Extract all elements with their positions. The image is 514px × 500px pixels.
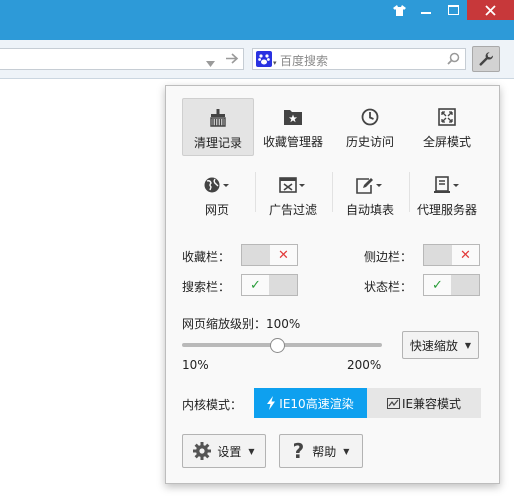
favorites-folder-icon xyxy=(258,106,328,128)
gear-icon xyxy=(193,442,212,460)
ie10-fast-render-button[interactable]: IE10高速渲染 xyxy=(254,388,367,418)
sidebar-label: 侧边栏： xyxy=(364,250,413,264)
search-input[interactable]: ▾ 百度搜索 xyxy=(252,48,466,70)
zoom-slider[interactable] xyxy=(182,338,382,353)
search-bar-label: 搜索栏： xyxy=(182,280,231,294)
tool-label: 全屏模式 xyxy=(422,135,471,149)
clear-history-button[interactable]: 清理记录 xyxy=(182,98,254,156)
favorites-manager-button[interactable]: 收藏管理器 xyxy=(258,98,328,154)
tools-menu-panel: 清理记录 收藏管理器 历史访问 全屏模式 网页 广告过滤 自动填表 代理服务器 … xyxy=(165,85,500,484)
caret-down-icon: ▼ xyxy=(464,340,472,350)
baidu-icon[interactable] xyxy=(256,51,272,67)
ad-filter-button[interactable]: 广告过滤 xyxy=(258,166,328,222)
broom-icon xyxy=(183,107,253,129)
fullscreen-button[interactable]: 全屏模式 xyxy=(412,98,482,154)
autofill-button[interactable]: 自动填表 xyxy=(335,166,405,222)
dropdown-arrow-icon[interactable] xyxy=(206,56,215,70)
tool-label: 代理服务器 xyxy=(416,203,477,217)
status-bar-label: 状态栏： xyxy=(364,280,413,294)
clock-icon xyxy=(335,106,405,128)
engine-dropdown-icon[interactable]: ▾ xyxy=(273,59,277,67)
maximize-button[interactable] xyxy=(440,0,467,20)
wrench-icon xyxy=(479,51,493,66)
skin-button[interactable] xyxy=(384,0,414,20)
address-toolbar: ▾ 百度搜索 xyxy=(0,40,514,79)
lightning-icon xyxy=(267,396,276,410)
ad-filter-icon xyxy=(258,174,328,196)
settings-label: 设置 xyxy=(217,444,242,459)
fullscreen-icon xyxy=(412,106,482,128)
close-icon xyxy=(485,4,496,16)
tools-menu-button[interactable] xyxy=(472,46,500,72)
zoom-max-label: 200% xyxy=(347,358,382,372)
search-icon[interactable] xyxy=(447,52,460,68)
search-bar-toggle[interactable]: ✓ xyxy=(241,274,298,296)
zoom-level-label: 网页缩放级别：100% xyxy=(182,317,301,331)
quick-zoom-label: 快速缩放 xyxy=(409,338,458,353)
quick-zoom-button[interactable]: 快速缩放 ▼ xyxy=(402,331,479,359)
caret-down-icon: ▼ xyxy=(343,446,350,456)
proxy-server-icon xyxy=(412,174,482,196)
webpage-menu-button[interactable]: 网页 xyxy=(182,166,252,222)
check-icon: ✓ xyxy=(242,275,269,295)
ie-compat-mode-button[interactable]: IE兼容模式 xyxy=(367,388,481,418)
ie-compat-mode-label: IE兼容模式 xyxy=(401,396,462,411)
shirt-icon xyxy=(392,4,406,16)
zoom-slider-thumb[interactable] xyxy=(269,338,285,353)
minimize-button[interactable] xyxy=(412,0,439,20)
globe-icon xyxy=(182,174,252,196)
favorites-bar-label: 收藏栏： xyxy=(182,250,231,264)
status-bar-toggle[interactable]: ✓ xyxy=(423,274,480,296)
x-icon: ✕ xyxy=(452,245,479,265)
settings-button[interactable]: 设置 ▼ xyxy=(182,434,266,468)
address-input[interactable] xyxy=(0,48,244,70)
question-mark-icon: ? xyxy=(292,439,305,463)
x-icon: ✕ xyxy=(270,245,297,265)
zoom-min-label: 10% xyxy=(182,358,209,372)
minimize-icon xyxy=(420,12,431,14)
proxy-server-button[interactable]: 代理服务器 xyxy=(412,166,482,222)
search-placeholder: 百度搜索 xyxy=(280,54,329,68)
caret-down-icon: ▼ xyxy=(248,446,255,456)
go-arrow-icon[interactable] xyxy=(226,53,239,67)
help-label: 帮助 xyxy=(312,444,337,459)
favorites-bar-toggle[interactable]: ✕ xyxy=(241,244,298,266)
sidebar-toggle[interactable]: ✕ xyxy=(423,244,480,266)
check-icon: ✓ xyxy=(424,275,451,295)
ie10-fast-render-label: IE10高速渲染 xyxy=(279,396,354,411)
help-button[interactable]: ? 帮助 ▼ xyxy=(279,434,363,468)
engine-mode-label: 内核模式： xyxy=(182,398,243,412)
title-bar xyxy=(0,0,514,40)
autofill-icon xyxy=(335,174,405,196)
maximize-icon xyxy=(448,5,459,15)
close-button[interactable] xyxy=(467,0,514,20)
history-button[interactable]: 历史访问 xyxy=(335,98,405,154)
compat-mode-icon xyxy=(386,397,400,409)
